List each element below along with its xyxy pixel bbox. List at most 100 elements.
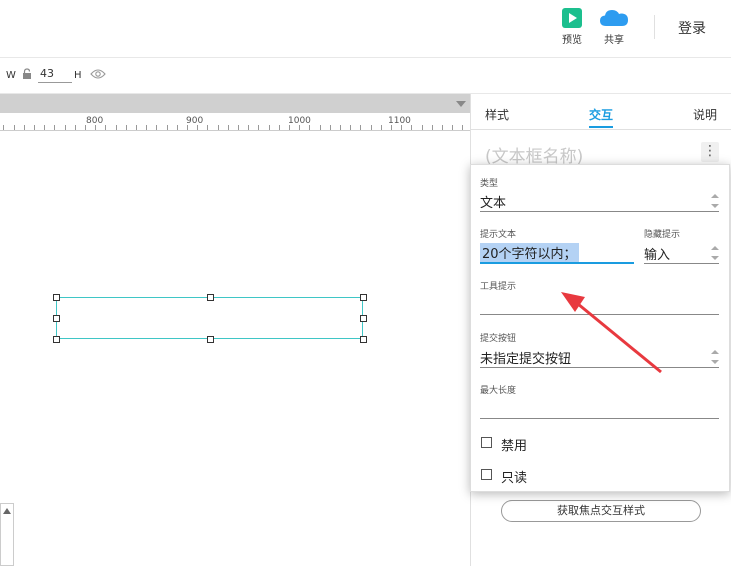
preview-label: 预览 — [562, 35, 582, 46]
ruler-tick — [156, 125, 157, 130]
ruler-label: 800 — [86, 116, 104, 126]
share-label: 共享 — [604, 35, 624, 46]
hint-text-label: 提示文本 — [480, 230, 517, 240]
ruler-tick — [381, 125, 382, 130]
ruler-tick — [146, 125, 147, 130]
eye-icon[interactable] — [90, 68, 106, 80]
hint-text-input[interactable]: 20个字符以内； — [480, 243, 579, 262]
ruler-tick — [320, 125, 321, 130]
disabled-label: 禁用 — [501, 439, 528, 454]
spinner-arrows-icon[interactable] — [711, 246, 719, 260]
preview-button[interactable]: 预览 — [552, 8, 592, 46]
play-icon — [562, 8, 582, 28]
type-underline — [480, 211, 719, 212]
login-button[interactable]: 登录 — [678, 18, 706, 38]
resize-handle[interactable] — [360, 315, 367, 322]
readonly-label: 只读 — [501, 471, 528, 486]
spinner-arrows-icon[interactable] — [711, 350, 719, 364]
ruler-tick — [228, 125, 229, 130]
resize-handle[interactable] — [53, 294, 60, 301]
top-bar: 预览 共享 登录 — [0, 0, 731, 58]
ruler-tick — [65, 125, 66, 130]
inspector-tabs: 样式 交互 说明 — [471, 94, 731, 130]
ruler-tick — [34, 125, 35, 130]
ruler-tick — [360, 125, 361, 130]
ruler-tick — [207, 125, 208, 130]
type-label: 类型 — [480, 179, 499, 189]
ruler-tick — [452, 125, 453, 130]
ruler-tick — [177, 125, 178, 130]
ruler-tick — [75, 125, 76, 130]
width-label: W — [6, 70, 16, 81]
submit-button-label: 提交按钮 — [480, 334, 517, 344]
max-length-label: 最大长度 — [480, 386, 517, 396]
tab-notes[interactable]: 说明 — [693, 106, 717, 123]
ruler-tick — [279, 125, 280, 130]
app-window: 预览 共享 登录 W 43 H 800 900 1000 1100 样式 交互 … — [0, 0, 731, 566]
ruler-tick — [218, 125, 219, 130]
ruler-tick — [258, 125, 259, 130]
toolbar-divider — [654, 15, 655, 39]
focus-style-button[interactable]: 获取焦点交互样式 — [501, 500, 701, 522]
ruler-tick — [248, 125, 249, 130]
ruler-tick — [422, 125, 423, 130]
ruler-tick — [330, 125, 331, 130]
hide-hint-label: 隐藏提示 — [644, 230, 681, 240]
resize-handle[interactable] — [360, 294, 367, 301]
selected-text-field-widget[interactable] — [56, 297, 363, 339]
ruler-tick — [340, 125, 341, 130]
ruler-tick — [3, 125, 4, 130]
spinner-arrows-icon[interactable] — [711, 194, 719, 208]
ruler-tick — [14, 125, 15, 130]
more-options-icon[interactable]: ⋮ — [701, 142, 719, 162]
ruler-tick — [105, 125, 106, 130]
ruler-tick — [442, 125, 443, 130]
resize-handle[interactable] — [53, 336, 60, 343]
ruler-tick — [126, 125, 127, 130]
tab-style[interactable]: 样式 — [485, 106, 509, 123]
resize-handle[interactable] — [207, 336, 214, 343]
horizontal-ruler: 800 900 1000 1100 — [0, 113, 470, 131]
ruler-tick — [350, 125, 351, 130]
height-label: H — [74, 70, 82, 81]
ruler-label: 900 — [186, 116, 204, 126]
ruler-tick — [371, 125, 372, 130]
canvas-tab-bar — [0, 94, 470, 113]
ruler-tick — [136, 125, 137, 130]
ruler-tick — [269, 125, 270, 130]
share-button[interactable]: 共享 — [594, 8, 634, 46]
chevron-up-icon[interactable] — [3, 508, 11, 514]
ruler-label: 1100 — [388, 116, 411, 126]
resize-handle[interactable] — [207, 294, 214, 301]
tab-interaction[interactable]: 交互 — [589, 106, 614, 128]
max-length-underline — [480, 418, 719, 419]
design-canvas[interactable] — [0, 131, 470, 566]
ruler-tick — [432, 125, 433, 130]
property-toolbar: W 43 H — [0, 58, 731, 94]
hide-hint-underline — [644, 263, 719, 264]
height-input[interactable]: 43 — [38, 67, 72, 83]
ruler-label: 1000 — [288, 116, 311, 126]
hint-text-underline — [480, 262, 634, 264]
vertical-scrollbar[interactable] — [0, 503, 14, 566]
ruler-tick — [116, 125, 117, 130]
resize-handle[interactable] — [360, 336, 367, 343]
ruler-tick — [411, 125, 412, 130]
ruler-tick — [167, 125, 168, 130]
chevron-down-icon[interactable] — [456, 101, 466, 107]
ruler-tick — [54, 125, 55, 130]
tooltip-label: 工具提示 — [480, 282, 517, 292]
lock-icon[interactable] — [22, 68, 32, 80]
disabled-checkbox[interactable] — [481, 437, 492, 448]
submit-underline — [480, 367, 719, 368]
type-select[interactable]: 文本 — [480, 192, 506, 211]
resize-handle[interactable] — [53, 315, 60, 322]
text-field-properties-popover: 类型 文本 提示文本 20个字符以内； 隐藏提示 输入 工具提示 提交按钮 未指… — [470, 164, 730, 492]
ruler-tick — [44, 125, 45, 130]
submit-button-select[interactable]: 未指定提交按钮 — [480, 348, 571, 367]
readonly-checkbox[interactable] — [481, 469, 492, 480]
ruler-tick — [24, 125, 25, 130]
cloud-icon — [600, 10, 628, 26]
hide-hint-select[interactable]: 输入 — [644, 244, 670, 263]
ruler-tick — [238, 125, 239, 130]
